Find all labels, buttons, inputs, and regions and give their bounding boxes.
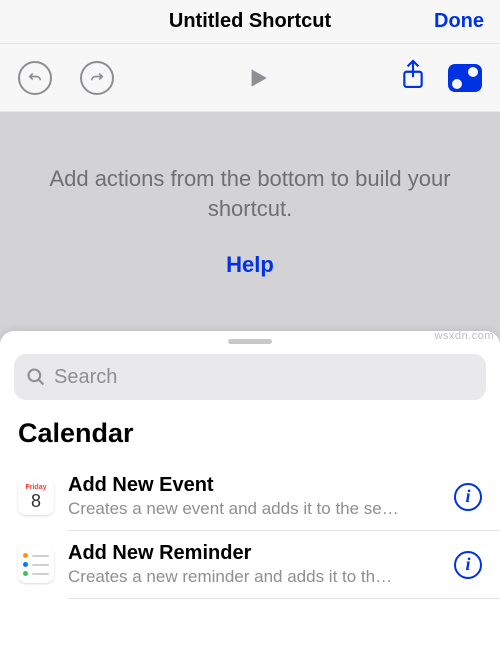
action-title: Add New Event: [68, 473, 440, 498]
action-text: Add New Event Creates a new event and ad…: [68, 473, 440, 520]
drag-handle[interactable]: [228, 339, 272, 344]
share-button[interactable]: [400, 58, 426, 97]
build-area: Add actions from the bottom to build you…: [0, 112, 500, 330]
action-desc: Creates a new reminder and adds it to th…: [68, 566, 440, 588]
section-calendar-title: Calendar: [18, 418, 482, 449]
calendar-day-number: 8: [31, 492, 41, 510]
redo-icon: [88, 69, 106, 87]
play-button[interactable]: [244, 63, 270, 93]
watermark: wsxdn.com: [434, 330, 494, 342]
toolbar-right: [400, 58, 482, 97]
play-icon: [244, 63, 270, 93]
help-link[interactable]: Help: [226, 252, 274, 278]
calendar-day-label: Friday: [25, 484, 46, 491]
action-title: Add New Reminder: [68, 541, 440, 566]
header: Untitled Shortcut Done: [0, 0, 500, 44]
actions-panel: Calendar Friday 8 Add New Event Creates …: [0, 331, 500, 672]
info-button[interactable]: i: [454, 551, 482, 579]
page-title: Untitled Shortcut: [169, 10, 331, 33]
action-add-new-reminder[interactable]: Add New Reminder Creates a new reminder …: [0, 531, 500, 598]
search-bar[interactable]: [14, 354, 486, 400]
search-input[interactable]: [54, 366, 474, 389]
undo-icon: [26, 69, 44, 87]
search-icon: [26, 367, 46, 387]
undo-button[interactable]: [18, 61, 52, 95]
toolbar: [0, 44, 500, 112]
action-add-new-event[interactable]: Friday 8 Add New Event Creates a new eve…: [0, 463, 500, 530]
toolbar-left: [18, 61, 114, 95]
calendar-app-icon: Friday 8: [18, 479, 54, 515]
divider: [68, 598, 500, 599]
info-icon: i: [465, 486, 470, 507]
action-desc: Creates a new event and adds it to the s…: [68, 498, 440, 520]
redo-button[interactable]: [80, 61, 114, 95]
share-icon: [400, 58, 426, 92]
action-text: Add New Reminder Creates a new reminder …: [68, 541, 440, 588]
settings-button[interactable]: [448, 64, 482, 92]
info-icon: i: [465, 554, 470, 575]
build-message: Add actions from the bottom to build you…: [40, 164, 460, 223]
done-button[interactable]: Done: [434, 10, 484, 33]
reminders-app-icon: [18, 547, 54, 583]
toolbar-center: [114, 63, 400, 93]
info-button[interactable]: i: [454, 483, 482, 511]
